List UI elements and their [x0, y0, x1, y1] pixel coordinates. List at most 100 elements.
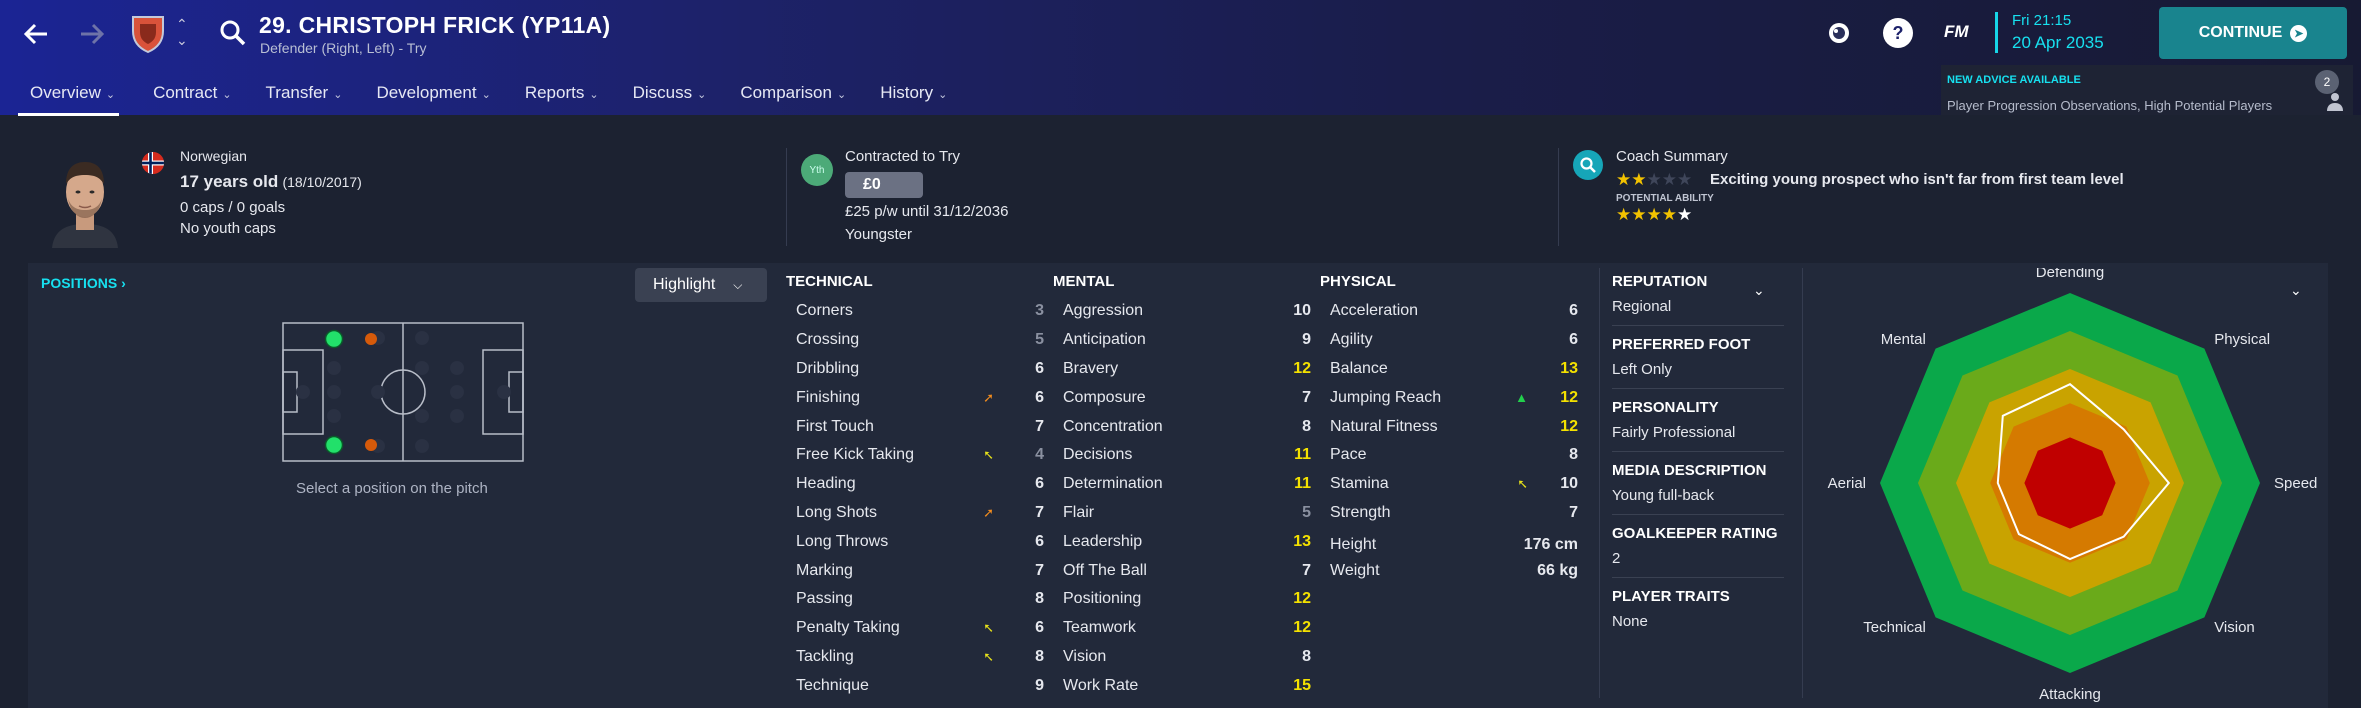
tab-transfer[interactable]: Transfer ⌄: [254, 80, 343, 116]
attribute-value: 7: [1302, 561, 1311, 579]
fee-badge: £0: [845, 172, 923, 198]
attribute-row-technique[interactable]: Technique 9: [786, 671, 1044, 700]
attribute-row-composure[interactable]: Composure 7: [1053, 383, 1311, 412]
attribute-value: 3: [1035, 302, 1044, 320]
tab-reports[interactable]: Reports ⌄: [513, 80, 599, 116]
help-icon[interactable]: ?: [1883, 18, 1913, 48]
highlight-dropdown[interactable]: Highlight ⌵: [635, 268, 767, 302]
attribute-value: 6: [1035, 532, 1044, 550]
mental-attribute-list: Aggression 10 Anticipation 9 Bravery 12 Compos…: [1053, 297, 1311, 700]
attribute-name: Natural Fitness: [1330, 417, 1438, 435]
position-dot-unconvincing[interactable]: [365, 333, 377, 345]
position-dot-natural[interactable]: [324, 329, 344, 349]
attribute-row-concentration[interactable]: Concentration 8: [1053, 412, 1311, 441]
radar-label-speed: Speed: [2274, 475, 2317, 492]
attribute-value: 4: [1035, 446, 1044, 464]
attribute-row-first-touch[interactable]: First Touch 7: [786, 412, 1044, 441]
staff-person-icon: [2327, 93, 2343, 111]
attribute-name: Leadership: [1063, 532, 1143, 550]
tab-contract[interactable]: Contract ⌄: [141, 80, 231, 116]
technical-heading: TECHNICAL: [786, 273, 873, 290]
attribute-row-aggression[interactable]: Aggression 10: [1053, 297, 1311, 326]
attribute-row-corners[interactable]: Corners 3: [786, 297, 1044, 326]
star-icon: ★: [1677, 205, 1693, 224]
position-dot-natural[interactable]: [324, 435, 344, 455]
attribute-value: 9: [1302, 331, 1311, 349]
attribute-row-jumping-reach[interactable]: Jumping Reach ▲ 12: [1320, 383, 1578, 412]
attribute-value: 8: [1035, 647, 1044, 665]
attribute-row-balance[interactable]: Balance 13: [1320, 355, 1578, 384]
caps-text: 0 caps / 0 goals: [180, 199, 286, 216]
attribute-name: Technique: [796, 676, 869, 694]
attribute-row-off-the-ball[interactable]: Off The Ball 7: [1053, 556, 1311, 585]
attribute-row-anticipation[interactable]: Anticipation 9: [1053, 326, 1311, 355]
attribute-row-marking[interactable]: Marking 7: [786, 556, 1044, 585]
attribute-value: 7: [1035, 503, 1044, 521]
attribute-row-acceleration[interactable]: Acceleration 6: [1320, 297, 1578, 326]
tab-discuss[interactable]: Discuss ⌄: [621, 80, 707, 116]
tab-overview[interactable]: Overview ⌄: [18, 80, 120, 116]
attribute-radar-chart: Defending Physical Speed Vision Attacking Tec…: [1828, 268, 2318, 703]
attribute-row-penalty-taking[interactable]: Penalty Taking ➚ 6: [786, 614, 1044, 643]
attribute-row-long-throws[interactable]: Long Throws 6: [786, 527, 1044, 556]
back-arrow-icon[interactable]: [16, 14, 56, 54]
coach-summary-text: Exciting young prospect who isn't far fr…: [1710, 171, 2124, 188]
radar-label-aerial: Aerial: [1828, 475, 1866, 492]
star-icon: ★: [1631, 170, 1647, 189]
mental-heading: MENTAL: [1053, 273, 1115, 290]
attribute-row-bravery[interactable]: Bravery 12: [1053, 355, 1311, 384]
positions-link[interactable]: POSITIONS ›: [41, 275, 126, 291]
tab-history[interactable]: History ⌄: [868, 80, 947, 116]
club-crest-icon[interactable]: [130, 14, 166, 54]
attribute-row-dribbling[interactable]: Dribbling 6: [786, 355, 1044, 384]
tab-development[interactable]: Development ⌄: [364, 80, 490, 116]
fm-menu-button[interactable]: FM: [1944, 22, 1969, 42]
radar-label-technical: Technical: [1863, 619, 1926, 636]
chevron-down-icon: ⌄: [222, 89, 232, 101]
game-date[interactable]: Fri 21:15 20 Apr 2035: [1995, 12, 2104, 53]
attribute-row-leadership[interactable]: Leadership 13: [1053, 527, 1311, 556]
forward-arrow-icon[interactable]: [72, 14, 112, 54]
player-switch-chevrons-icon[interactable]: ⌃ ⌄: [176, 16, 188, 48]
attribute-row-free-kick-taking[interactable]: Free Kick Taking ➚ 4: [786, 441, 1044, 470]
reputation-chevron-down-icon[interactable]: ⌄: [1753, 282, 1765, 299]
continue-button[interactable]: CONTINUE ➤: [2159, 7, 2347, 59]
attribute-value: 11: [1294, 475, 1311, 493]
attribute-row-passing[interactable]: Passing 8: [786, 585, 1044, 614]
tab-comparison[interactable]: Comparison ⌄: [728, 80, 846, 116]
attribute-value: 12: [1293, 359, 1311, 377]
profile-value[interactable]: Fairly Professional: [1612, 424, 1784, 441]
radar-label-defending: Defending: [2036, 268, 2104, 281]
attribute-row-tackling[interactable]: Tackling ➚ 8: [786, 643, 1044, 672]
coach-search-icon[interactable]: [1573, 150, 1603, 180]
attribute-row-heading[interactable]: Heading 6: [786, 470, 1044, 499]
attribute-row-natural-fitness[interactable]: Natural Fitness 12: [1320, 412, 1578, 441]
weight-value: 66 kg: [1537, 562, 1578, 579]
advice-notification[interactable]: NEW ADVICE AVAILABLE Player Progression …: [1941, 65, 2353, 115]
attribute-row-decisions[interactable]: Decisions 11: [1053, 441, 1311, 470]
attribute-row-crossing[interactable]: Crossing 5: [786, 326, 1044, 355]
attribute-row-flair[interactable]: Flair 5: [1053, 499, 1311, 528]
attribute-row-determination[interactable]: Determination 11: [1053, 470, 1311, 499]
positions-pitch[interactable]: [282, 322, 524, 462]
attribute-row-finishing[interactable]: Finishing ➚ 6: [786, 383, 1044, 412]
attribute-row-teamwork[interactable]: Teamwork 12: [1053, 614, 1311, 643]
attribute-row-pace[interactable]: Pace 8: [1320, 441, 1578, 470]
attribute-row-agility[interactable]: Agility 6: [1320, 326, 1578, 355]
attribute-row-stamina[interactable]: Stamina ➚ 10: [1320, 470, 1578, 499]
profile-section-personality: PERSONALITY Fairly Professional: [1612, 399, 1784, 452]
contract-heading[interactable]: Contracted to Try: [845, 148, 960, 165]
divider: [1802, 268, 1803, 698]
attribute-row-long-shots[interactable]: Long Shots ➚ 7: [786, 499, 1044, 528]
attribute-row-positioning[interactable]: Positioning 12: [1053, 585, 1311, 614]
attribute-name: Corners: [796, 302, 853, 320]
attribute-name: Vision: [1063, 647, 1107, 665]
attribute-row-work-rate[interactable]: Work Rate 15: [1053, 671, 1311, 700]
nationality-label[interactable]: Norwegian: [180, 148, 247, 164]
attribute-row-vision[interactable]: Vision 8: [1053, 643, 1311, 672]
world-icon[interactable]: [1824, 18, 1854, 48]
position-dot-unconvincing[interactable]: [365, 439, 377, 451]
attribute-row-strength[interactable]: Strength 7: [1320, 499, 1578, 528]
search-icon[interactable]: [218, 18, 248, 48]
age-line: 17 years old (18/10/2017): [180, 172, 362, 192]
